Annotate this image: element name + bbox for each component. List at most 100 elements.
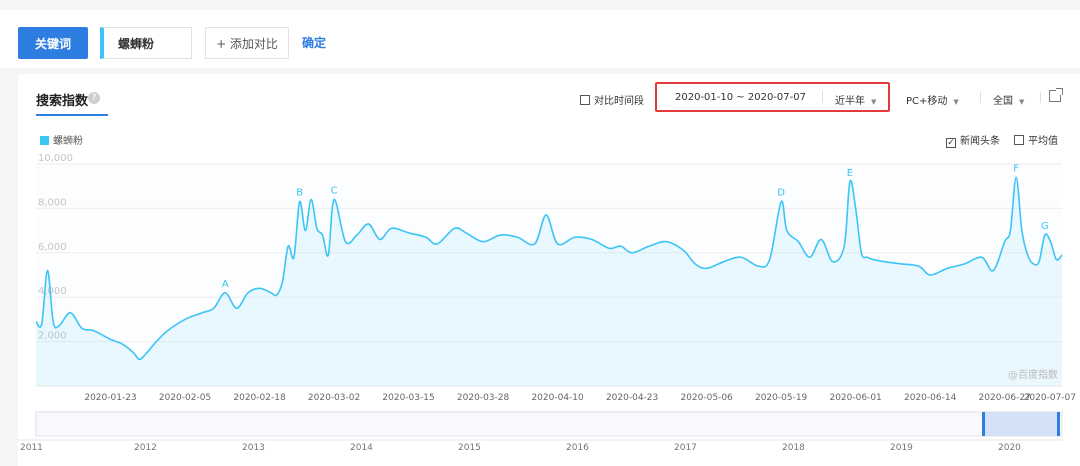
year-label: 2015 [458, 443, 481, 453]
x-tick-label: 2020-01-23 [84, 393, 136, 403]
confirm-button[interactable]: 确定 [302, 34, 326, 51]
legend-label: 螺蛳粉 [53, 136, 83, 147]
data-point [69, 312, 71, 314]
data-point [155, 341, 157, 343]
data-point [1061, 254, 1063, 256]
year-label: 2012 [134, 443, 157, 453]
annotation-label: E [847, 168, 853, 179]
x-tick-label: 2020-05-19 [755, 393, 808, 403]
search-index-chart[interactable]: 10,0008,0006,0004,0002,000 AB C DE FG @百度指数… [18, 154, 1080, 466]
keyword-bar: 关键词 螺蛳粉 + 添加对比 确定 [0, 10, 1080, 68]
chart-legend[interactable]: 螺蛳粉 [40, 132, 83, 147]
device-dropdown[interactable]: PC+移动 ▼ [906, 92, 959, 107]
data-point [276, 294, 278, 296]
checkbox-icon [1014, 135, 1024, 145]
region-dropdown[interactable]: 全国 ▼ [993, 92, 1024, 107]
annotation-label: D [777, 188, 785, 199]
data-point [46, 270, 48, 272]
average-label: 平均值 [1028, 136, 1058, 147]
x-tick-label: 2020-03-15 [382, 393, 434, 403]
checkbox-checked-icon: ✓ [946, 138, 956, 148]
navigator-selection [984, 412, 1058, 436]
divider [1040, 92, 1041, 103]
compare-period-checkbox[interactable]: 对比时间段 [580, 92, 644, 107]
data-point [992, 270, 994, 272]
keyword-chip[interactable]: 螺蛳粉 [100, 27, 192, 59]
annotation-label: A [222, 279, 229, 290]
chevron-down-icon: ▼ [953, 98, 959, 106]
data-point [1055, 258, 1057, 260]
year-label: 2020 [998, 443, 1021, 453]
data-point [287, 245, 289, 247]
data-point [482, 241, 484, 243]
year-label: 2016 [566, 443, 589, 453]
data-point [316, 227, 318, 229]
data-point [201, 312, 203, 314]
news-checkbox[interactable]: ✓ 新闻头条 [946, 132, 1000, 148]
page: 关键词 螺蛳粉 + 添加对比 确定 搜索指数 ? 对比时间段 2020-01-1… [0, 0, 1080, 466]
data-point [757, 265, 759, 267]
data-point [52, 321, 54, 323]
x-tick-label: 2020-03-02 [308, 393, 360, 403]
export-icon[interactable] [1049, 88, 1063, 102]
data-point [574, 236, 576, 238]
data-point [213, 307, 215, 309]
data-point [259, 287, 261, 289]
data-point [138, 358, 140, 360]
data-point [92, 330, 94, 332]
data-point [883, 261, 885, 263]
help-icon[interactable]: ? [88, 92, 100, 104]
y-tick-label: 4,000 [38, 286, 67, 297]
year-label: 2011 [20, 443, 43, 453]
data-point [310, 199, 312, 201]
data-point [1032, 263, 1034, 265]
year-label: 2013 [242, 443, 265, 453]
data-point [224, 292, 226, 294]
add-compare-button[interactable]: + 添加对比 [205, 27, 289, 59]
data-point [345, 241, 347, 243]
legend-swatch [40, 136, 49, 145]
data-point [327, 254, 329, 256]
device-label: PC+移动 [906, 96, 948, 107]
data-point [901, 263, 903, 265]
date-range-text[interactable]: 2020-01-10 ~ 2020-07-07 [675, 92, 806, 103]
date-preset-label: 近半年 [835, 96, 865, 107]
data-point [620, 245, 622, 247]
data-point [929, 274, 931, 276]
data-point [631, 252, 633, 254]
data-point [786, 230, 788, 232]
data-point [367, 223, 369, 225]
date-preset-dropdown[interactable]: 近半年 ▼ [835, 92, 876, 107]
data-point [820, 238, 822, 240]
tab-underline [36, 114, 108, 116]
date-range-selector[interactable]: 2020-01-10 ~ 2020-07-07 近半年 ▼ [655, 82, 890, 112]
navigator-years: 2011 2012 2013 2014 2015 2016 2017 2018 2019 2020 [18, 439, 1062, 453]
data-point [769, 258, 771, 260]
range-navigator[interactable] [35, 411, 1063, 437]
data-point [236, 307, 238, 309]
data-point [390, 227, 392, 229]
x-tick-label: 2020-02-05 [159, 393, 211, 403]
data-point [666, 241, 668, 243]
data-point [872, 258, 874, 260]
annotation-label: G [1041, 221, 1049, 232]
data-point [843, 245, 845, 247]
tab-search-index[interactable]: 搜索指数 [36, 90, 88, 109]
data-point [534, 243, 536, 245]
x-axis: 2020-01-23 2020-02-05 2020-02-18 2020-03-02… [36, 385, 1076, 403]
x-tick-label: 2020-04-10 [531, 393, 584, 403]
data-point [379, 238, 381, 240]
data-point [167, 330, 169, 332]
y-tick-label: 6,000 [38, 242, 67, 253]
x-tick-label: 2020-07-07 [1024, 393, 1076, 403]
watermark: @百度指数 [1008, 368, 1058, 381]
data-point [299, 201, 301, 203]
annotation-label: C [331, 186, 338, 197]
data-point [58, 325, 60, 327]
x-tick-label: 2020-02-18 [233, 393, 286, 403]
keyword-button[interactable]: 关键词 [18, 27, 88, 59]
x-tick-label: 2020-05-06 [680, 393, 733, 403]
data-point [110, 338, 112, 340]
average-checkbox[interactable]: 平均值 [1014, 132, 1058, 147]
data-point [723, 261, 725, 263]
